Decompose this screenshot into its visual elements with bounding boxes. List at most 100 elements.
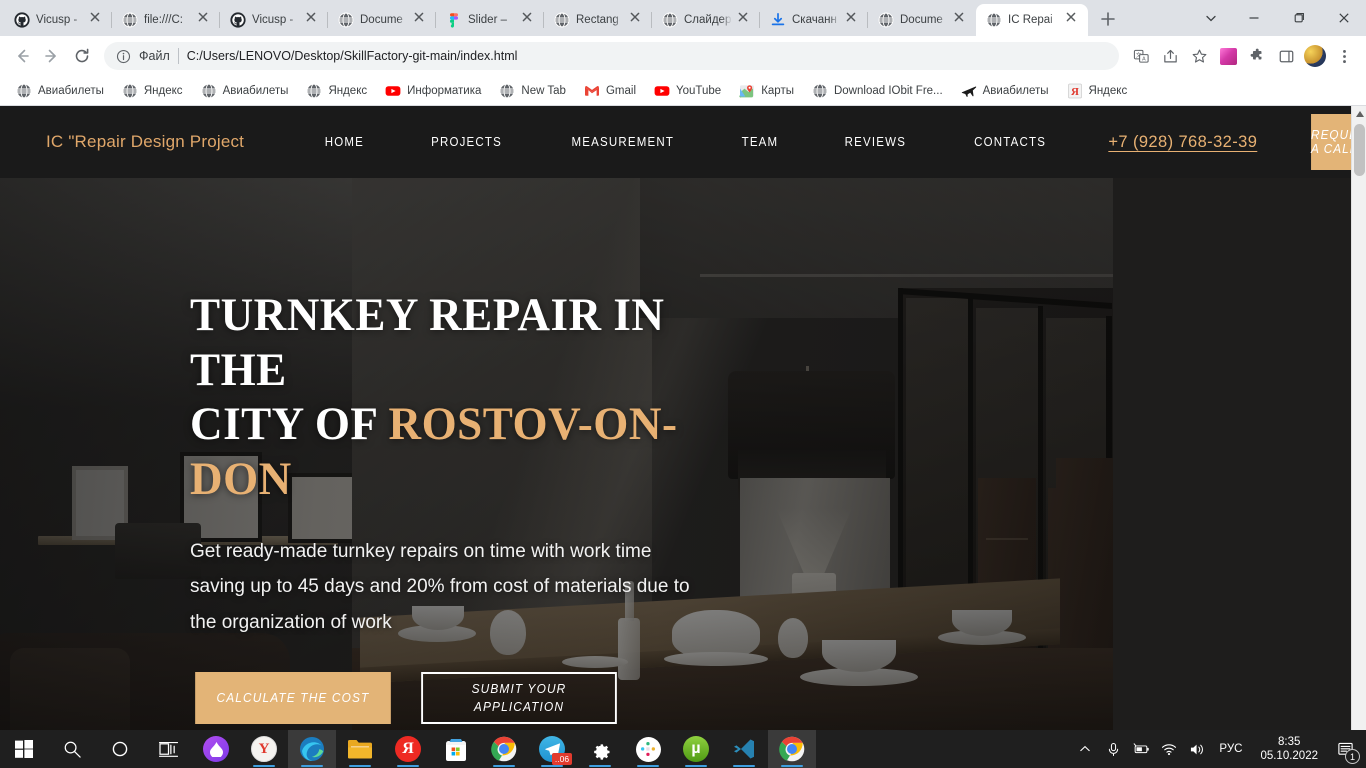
nav-item-reviews[interactable]: REVIEWS xyxy=(817,135,935,149)
hero-title-prefix: CITY OF xyxy=(190,398,389,451)
browser-tab[interactable]: Vicusp - xyxy=(220,4,328,36)
new-tab-button[interactable] xyxy=(1094,5,1122,33)
browser-tab[interactable]: Скачанн xyxy=(760,4,868,36)
close-icon[interactable] xyxy=(954,12,970,28)
store-icon[interactable] xyxy=(432,730,480,768)
close-icon[interactable] xyxy=(522,12,538,28)
chrome-icon[interactable] xyxy=(480,730,528,768)
info-circle-icon[interactable] xyxy=(116,49,131,64)
hero-buttons: CALCULATE THE COST SUBMIT YOUR APPLICATIO… xyxy=(190,672,790,725)
close-icon[interactable] xyxy=(90,12,106,28)
bookmark-label: New Tab xyxy=(521,84,566,97)
vscode-icon[interactable] xyxy=(720,730,768,768)
extension-pink-icon[interactable] xyxy=(1214,42,1242,70)
chevron-up-icon[interactable] xyxy=(1071,730,1099,768)
globe-icon xyxy=(306,83,322,99)
gear-icon[interactable] xyxy=(576,730,624,768)
browser-tab[interactable]: Docume xyxy=(868,4,976,36)
share-icon[interactable] xyxy=(1156,42,1184,70)
bookmark-item[interactable]: Gmail xyxy=(576,80,644,102)
nav-item-contacts[interactable]: CONTACTS xyxy=(946,135,1075,149)
address-bar[interactable]: Файл C:/Users/LENOVO/Desktop/SkillFactor… xyxy=(104,42,1119,70)
reload-icon[interactable] xyxy=(68,42,96,70)
extensions-puzzle-icon[interactable] xyxy=(1243,42,1271,70)
close-icon[interactable] xyxy=(846,12,862,28)
page-scrollbar[interactable] xyxy=(1351,106,1366,730)
phone-link[interactable]: +7 (928) 768-32-39 xyxy=(1108,133,1257,152)
bookmark-item[interactable]: New Tab xyxy=(491,80,574,102)
close-icon[interactable] xyxy=(198,12,214,28)
bookmark-item[interactable]: Авиабилеты xyxy=(193,80,297,102)
bookmark-item[interactable]: Информатика xyxy=(377,80,489,102)
speaker-icon[interactable] xyxy=(1183,730,1211,768)
browser-tab[interactable]: Slider – xyxy=(436,4,544,36)
svg-text:A: A xyxy=(1142,56,1146,62)
browser-tab[interactable]: IC Repai xyxy=(976,4,1088,36)
maximize-button[interactable] xyxy=(1276,2,1321,34)
yandex-browser-icon[interactable]: Y xyxy=(240,730,288,768)
browser-tab[interactable]: Vicusp - xyxy=(4,4,112,36)
wifi-icon[interactable] xyxy=(1155,730,1183,768)
bookmark-item[interactable]: Авиабилеты xyxy=(8,80,112,102)
bookmark-item[interactable]: Я Яндекс xyxy=(1059,80,1136,102)
slack-icon[interactable] xyxy=(624,730,672,768)
bookmark-item[interactable]: Яндекс xyxy=(114,80,191,102)
tab-title: IC Repai xyxy=(1008,14,1053,26)
cortana-button[interactable] xyxy=(96,730,144,768)
profile-avatar[interactable] xyxy=(1301,42,1329,70)
request-a-call-button[interactable]: REQUEST A CALL xyxy=(1311,114,1351,170)
utorrent-icon[interactable]: µ xyxy=(672,730,720,768)
chrome-active-icon[interactable] xyxy=(768,730,816,768)
scrollbar-thumb[interactable] xyxy=(1354,124,1365,176)
telegram-icon[interactable]: ..06 xyxy=(528,730,576,768)
clock[interactable]: 8:35 05.10.2022 xyxy=(1250,735,1328,764)
notification-badge: 1 xyxy=(1345,749,1360,764)
scrollbar-up-arrow[interactable] xyxy=(1352,106,1366,122)
bookmark-item[interactable]: YouTube xyxy=(646,80,729,102)
bookmark-item[interactable]: Карты xyxy=(731,80,802,102)
microphone-icon[interactable] xyxy=(1099,730,1127,768)
yandex-icon[interactable]: Я xyxy=(384,730,432,768)
chrome-menu-icon[interactable] xyxy=(1330,42,1358,70)
battery-icon[interactable] xyxy=(1127,730,1155,768)
task-view-button[interactable] xyxy=(144,730,192,768)
notifications-button[interactable]: 1 xyxy=(1328,730,1362,768)
calculate-the-cost-button[interactable]: CALCULATE THE COST xyxy=(195,672,391,725)
site-logo[interactable]: IC "Repair Design Project xyxy=(46,132,244,152)
edge-icon[interactable] xyxy=(288,730,336,768)
folder-icon[interactable] xyxy=(336,730,384,768)
start-button[interactable] xyxy=(0,730,48,768)
bookmark-item[interactable]: Download IObit Fre... xyxy=(804,80,951,102)
browser-tab[interactable]: Rectang xyxy=(544,4,652,36)
bookmark-item[interactable]: Яндекс xyxy=(298,80,375,102)
hero-title-line1: TURNKEY REPAIR IN THE xyxy=(190,289,665,396)
submit-your-application-button[interactable]: SUBMIT YOUR APPLICATION xyxy=(421,672,617,725)
translate-icon[interactable]: 文A xyxy=(1127,42,1155,70)
nav-item-team[interactable]: TEAM xyxy=(713,135,807,149)
close-icon[interactable] xyxy=(738,12,754,28)
close-icon[interactable] xyxy=(1066,12,1082,28)
close-icon[interactable] xyxy=(630,12,646,28)
bookmark-item[interactable]: Авиабилеты xyxy=(953,80,1057,102)
close-icon[interactable] xyxy=(414,12,430,28)
close-button[interactable] xyxy=(1321,2,1366,34)
close-icon[interactable] xyxy=(306,12,322,28)
forward-arrow-icon[interactable] xyxy=(38,42,66,70)
minimize-button[interactable] xyxy=(1231,2,1276,34)
youtube-icon xyxy=(385,83,401,99)
alice-icon[interactable] xyxy=(192,730,240,768)
bookmark-star-icon[interactable] xyxy=(1185,42,1213,70)
nav-item-measurement[interactable]: MEASUREMENT xyxy=(543,135,703,149)
browser-tab[interactable]: file:///C: xyxy=(112,4,220,36)
side-panel-icon[interactable] xyxy=(1272,42,1300,70)
browser-tab[interactable]: Слайдер xyxy=(652,4,760,36)
bookmark-label: Gmail xyxy=(605,84,636,97)
browser-tab[interactable]: Docume xyxy=(328,4,436,36)
list-tabs-button[interactable] xyxy=(1191,2,1231,34)
nav-item-projects[interactable]: PROJECTS xyxy=(402,135,530,149)
page-viewport: IC "Repair Design Project HOME PROJECTS ME… xyxy=(0,106,1366,730)
back-arrow-icon[interactable] xyxy=(8,42,36,70)
language-indicator[interactable]: РУС xyxy=(1211,743,1250,755)
search-button[interactable] xyxy=(48,730,96,768)
nav-item-home[interactable]: HOME xyxy=(296,135,392,149)
